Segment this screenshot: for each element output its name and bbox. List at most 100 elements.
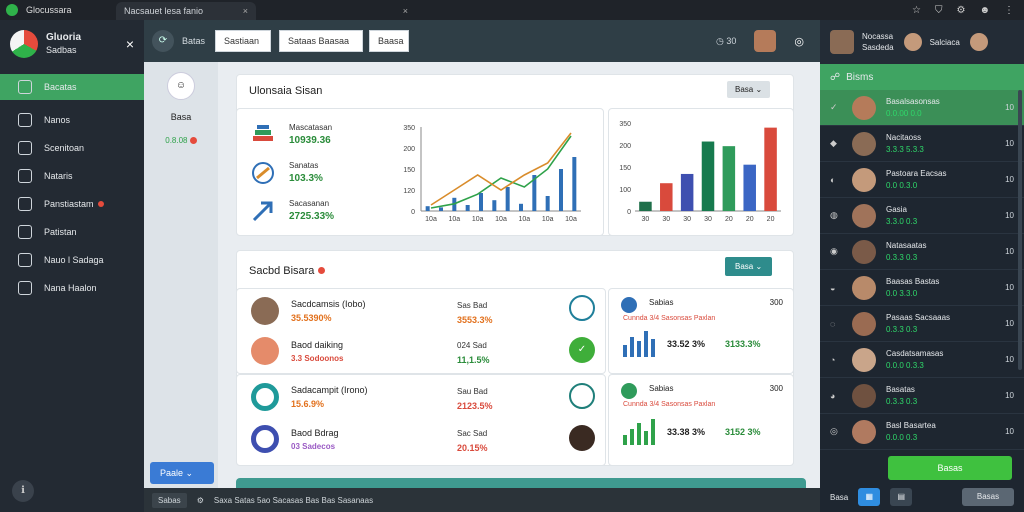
overview-title: Ulonsaia Sisan — [249, 85, 323, 97]
tab-active[interactable]: Nacsauet lesa fanio × — [116, 2, 256, 20]
list-item[interactable]: Baod daiking 3.3 Sodoonos — [251, 337, 343, 365]
avatar — [251, 297, 279, 325]
side-stat-top: Sabias 300 Cunnda 3/4 Sasonsas Paxlan 33… — [608, 288, 794, 374]
sidebar-item-3[interactable]: Nataris — [0, 162, 144, 190]
x-tick-label: 10a — [565, 216, 577, 223]
tag-icon: ◕ — [830, 390, 836, 401]
list-item[interactable]: Sadacampit (Irono) 15.6.9% — [251, 383, 368, 411]
avatar[interactable] — [903, 33, 922, 51]
status-dot-icon — [189, 137, 197, 145]
compass-icon — [252, 161, 274, 184]
topbar-field-3[interactable]: Baasa — [369, 30, 410, 52]
contact-row[interactable]: ◕ Basatas 0.3.3 0.3 10 — [820, 378, 1024, 414]
bar-mark — [722, 146, 736, 211]
avatar[interactable] — [830, 30, 854, 54]
settings-icon[interactable]: ⚙ — [957, 5, 966, 16]
profile-name: Basa — [170, 112, 192, 122]
right-panel-header: Nocassa Sasdeda Salciaca — [820, 20, 1024, 64]
contact-row[interactable]: ◔ Casdatsamasas 0.0.0 0.3.3 10 — [820, 342, 1024, 378]
contact-name: Natasaatas — [886, 240, 927, 250]
list-item[interactable]: Sacdcamsis (Iobo) 35.5390% — [251, 297, 366, 325]
profile-column: ☺ Basa 0.8.08 Paale ⌄ — [144, 62, 218, 488]
row-percent: 3.3 Sodoonos — [291, 353, 344, 363]
browser-logo-icon — [6, 4, 18, 16]
app-title: Gluoria — [46, 32, 82, 43]
bell-icon[interactable]: ◎ — [794, 35, 804, 48]
sidebar-item-label: Nana Haalon — [44, 283, 97, 293]
sidebar-item-6[interactable]: Nauo l Sadaga — [0, 246, 144, 274]
tab-inactive[interactable]: × — [256, 2, 416, 20]
topbar-field-2[interactable]: Sataas Baasaa — [279, 30, 364, 52]
x-tick-label: 30 — [642, 216, 650, 223]
contact-row[interactable]: ◌ Pasaas Sacsaaas 0.3.3 0.3 10 — [820, 306, 1024, 342]
avatar — [852, 347, 876, 372]
overview-button[interactable]: Basa ⌄ — [727, 81, 771, 98]
contact-row[interactable]: ◎ Basl Basartea 0.0.0 0.3 10 — [820, 414, 1024, 450]
contact-row[interactable]: ◒ Baasas Bastas 0.0 3.3.0 10 — [820, 270, 1024, 306]
star-icon[interactable]: ☆ — [912, 5, 921, 16]
x-tick-label: 30 — [683, 216, 691, 223]
contact-row[interactable]: ◉ Natasaatas 0.3.3 0.3 10 — [820, 234, 1024, 270]
row-percent: 35.5390% — [291, 313, 332, 323]
contact-row[interactable]: ✓ Basalsasonsas 0.0.00 0.0 10 — [820, 90, 1024, 126]
close-tab-icon[interactable]: × — [403, 6, 408, 16]
row-label: Sac Sad — [457, 429, 488, 438]
menu-icon[interactable]: ⋮ — [1004, 5, 1014, 16]
details-button[interactable]: Basa ⌄ — [725, 257, 773, 276]
tag-icon: ✓ — [830, 102, 838, 112]
sidebar-item-2[interactable]: Scenitoan — [0, 134, 144, 162]
contact-row[interactable]: ◐ Pastoara Eacsas 0.0 0.3.0 10 — [820, 162, 1024, 198]
contact-row[interactable]: ◆ Nacitaoss 3.3.3 5.3.3 10 — [820, 126, 1024, 162]
metric-label: Mascatasan — [289, 123, 333, 132]
bar-mark — [545, 196, 550, 211]
footer-button[interactable]: Basas — [962, 488, 1014, 506]
tab-active-label: Nacsauet lesa fanio — [124, 6, 204, 16]
grid-view-icon[interactable]: ▦ — [858, 488, 881, 506]
y-tick-label: 200 — [403, 146, 415, 153]
user-subtitle: Sasdeda — [862, 43, 894, 52]
scrollbar[interactable] — [1018, 90, 1022, 370]
contact-sub: 0.0.0 0.3 — [886, 432, 918, 442]
avatar[interactable] — [754, 30, 777, 52]
clock-value: 30 — [726, 35, 737, 46]
x-tick-label: 10a — [472, 216, 484, 223]
x-tick-label: 30 — [662, 216, 670, 223]
gear-icon[interactable]: ⚙ — [197, 496, 204, 505]
calendar-icon[interactable]: ▤ — [890, 488, 913, 506]
tag-icon: ◌ — [830, 318, 836, 329]
close-icon[interactable]: × — [126, 36, 134, 52]
contact-name: Nacitaoss — [886, 132, 922, 142]
primary-action-button[interactable]: Basas — [888, 456, 1012, 480]
refresh-icon[interactable]: ⟳ — [152, 30, 174, 52]
contact-count: 10 — [1005, 103, 1014, 112]
list-item[interactable]: Baod Bdrag 03 Sadecos — [251, 425, 339, 453]
calendar-icon — [18, 225, 32, 239]
dropdown-button[interactable]: Paale ⌄ — [150, 462, 214, 484]
mini-bars-icon — [623, 419, 655, 445]
sidebar-item-5[interactable]: Patistan — [0, 218, 144, 246]
clock-icon — [18, 169, 32, 183]
sidebar-item-4[interactable]: Panstiastam — [0, 190, 144, 218]
contact-name: Basl Basartea — [886, 420, 936, 430]
sidebar-item-1[interactable]: Nanos — [0, 106, 144, 134]
lock-icon[interactable]: ⛉ — [935, 5, 943, 16]
metric-row-2: Sacasanan 2725.33% — [251, 199, 334, 222]
close-tab-icon[interactable]: × — [243, 6, 248, 16]
notification-badge — [97, 201, 104, 207]
app-subtitle: Sadbas — [46, 45, 77, 55]
profile-icon[interactable]: ☻ — [979, 5, 990, 16]
x-tick-label: 10a — [518, 216, 530, 223]
sidebar-item-7[interactable]: Nana Haalon — [0, 274, 144, 302]
status-pill[interactable]: Sabas — [152, 492, 187, 508]
contact-count: 10 — [1005, 391, 1014, 400]
info-icon[interactable]: ℹ — [12, 480, 34, 502]
browser-chrome: Glocussara Nacsauet lesa fanio × × ☆ ⛉ ⚙… — [0, 0, 1024, 20]
metric-value: 103.3% — [289, 173, 323, 184]
user-circle-icon[interactable]: ☺ — [167, 72, 195, 100]
x-tick-label: 20 — [767, 216, 775, 223]
avatar[interactable] — [969, 33, 988, 51]
topbar-field-1[interactable]: Sastiaan — [215, 30, 272, 52]
x-tick-label: 10a — [495, 216, 507, 223]
contact-row[interactable]: ◍ Gasia 3.3.0 0.3 10 — [820, 198, 1024, 234]
sidebar-item-0[interactable]: Bacatas — [0, 74, 144, 100]
